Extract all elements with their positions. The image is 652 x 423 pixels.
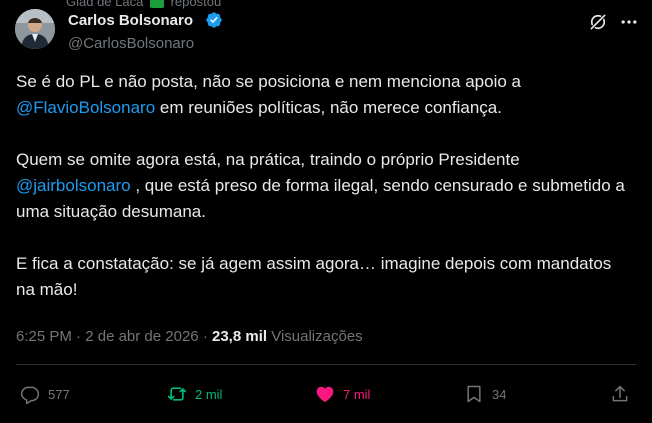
reply-icon [20,386,40,404]
tweet-date[interactable]: 2 de abr de 2026 [85,328,198,345]
bookmark-icon [467,385,481,403]
mention-link-jair[interactable]: @jairbolsonaro [16,176,131,195]
repost-context: Glad de Laca repostou [66,0,221,9]
repost-count: 2 mil [195,386,223,402]
repost-icon [167,387,187,401]
views-label: Visualizações [271,328,363,345]
repost-context-user: Glad de Laca [66,0,144,9]
bookmark-count: 34 [492,386,507,402]
share-button[interactable] [610,383,638,405]
mention-link-flavio[interactable]: @FlavioBolsonaro [16,98,155,117]
repost-button[interactable]: 2 mil [167,383,222,405]
grok-icon[interactable] [588,12,608,32]
tweet-paragraph-3: E fica a constatação: se já agem assim a… [16,254,612,299]
like-button[interactable]: 7 mil [315,383,370,405]
reply-button[interactable]: 577 [20,383,70,405]
flag-icon [149,0,164,8]
more-options-icon[interactable] [618,12,640,32]
verified-badge-icon [206,12,222,28]
tweet-paragraph-1: Se é do PL e não posta, não se posiciona… [16,72,522,117]
views-count: 23,8 mil [212,328,268,345]
tweet-meta: 6:25 PM · 2 de abr de 2026 · 23,8 mil Vi… [16,328,363,345]
divider [16,364,636,365]
like-count: 7 mil [343,386,371,402]
tweet-text: Se é do PL e não posta, não se posiciona… [16,69,626,329]
tweet-time[interactable]: 6:25 PM [16,328,72,345]
share-icon [612,385,628,402]
author-display-name[interactable]: Carlos Bolsonaro [68,12,193,29]
bookmark-button[interactable]: 34 [464,383,506,405]
reply-count: 577 [48,386,70,402]
avatar[interactable] [15,9,55,49]
repost-context-label: repostou [170,0,222,9]
tweet-paragraph-2: Quem se omite agora está, na prática, tr… [16,150,625,221]
heart-icon [316,386,334,402]
author-handle[interactable]: @CarlosBolsonaro [68,35,194,52]
